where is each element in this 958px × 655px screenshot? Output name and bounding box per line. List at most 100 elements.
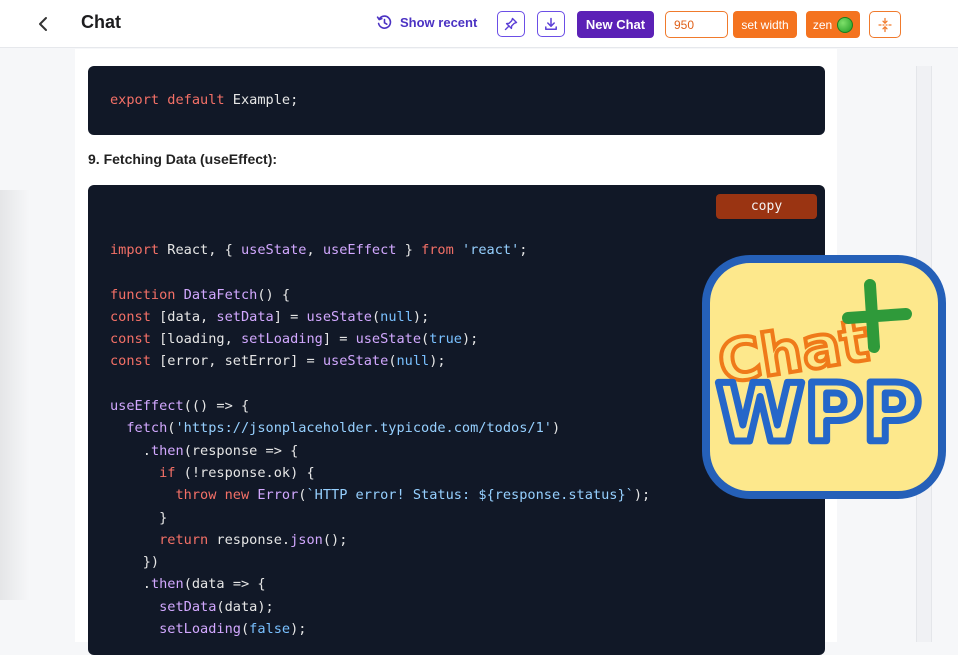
section-heading: 9. Fetching Data (useEffect): [88,151,278,167]
zen-toggle[interactable]: zen [806,11,860,38]
collapse-button[interactable] [869,11,901,38]
code-token-function: then [150,442,184,459]
code-line: function DataFetch() { [110,284,650,306]
code-token-function: useEffect [322,242,397,258]
code-token-function: DataFetch [183,286,258,303]
code-token: { [257,576,266,593]
code-token: ); [412,308,430,325]
code-line: }) [110,551,650,573]
code-token: . [142,442,151,459]
code-token: ( [183,442,192,459]
code-token: data [191,576,225,593]
code-token-keyword: import [110,242,160,258]
code-line: setLoading(false); [110,618,650,640]
code-token: ); [290,621,307,638]
code-token-keyword: const [110,353,151,370]
code-line: const [error, setError] = useState(null)… [110,350,650,372]
code-token: ] [322,331,331,348]
code-token: (); [322,531,348,548]
show-recent-button[interactable]: Show recent [376,14,477,31]
code-line: .then(data => { [110,573,650,595]
code-token: ); [429,353,446,370]
zen-label: zen [812,17,833,32]
code-line: import React, { useState, useEffect } fr… [110,239,650,261]
code-token-export: export [110,92,160,108]
code-line: .then(response => { [110,440,650,462]
code-token-function: fetch [126,420,168,437]
code-token: (() [183,398,209,415]
code-line: return response.json(); [110,529,650,551]
code-token: . [265,464,274,481]
code-token: { [290,442,299,459]
logo-text-wpp: WPP [716,367,922,460]
collapse-arrows-icon [878,17,892,32]
code-token-keyword: if [159,464,176,481]
code-line: const [loading, setLoading] = useState(t… [110,328,650,350]
download-button[interactable] [537,11,565,37]
code-token: response [216,531,282,548]
code-line: if (!response.ok) { [110,462,650,484]
code-token: { [306,464,315,481]
zen-status-dot-icon [837,16,854,33]
code-token: data [167,308,201,325]
code-token-string: `HTTP error! Status: ${response.status}` [306,487,634,504]
code-token: ; [519,242,528,258]
code-token-function: useState [322,353,389,370]
code-content: import React, { useState, useEffect } fr… [110,239,650,640]
code-token: ( [421,331,430,348]
code-token: { [240,398,250,415]
code-token: . [281,531,291,548]
width-input[interactable] [665,11,728,38]
code-token: } [159,509,168,526]
code-token: loading [167,331,225,348]
copy-button[interactable]: copy [716,194,817,219]
code-line: throw new Error(`HTTP error! Status: ${r… [110,484,650,506]
code-token: response [191,442,258,459]
pin-button[interactable] [497,11,525,37]
show-recent-label: Show recent [400,15,478,30]
new-chat-button[interactable]: New Chat [577,11,654,38]
code-token: ); [461,331,479,348]
code-token: ok [273,464,291,481]
code-token: => [232,576,250,593]
code-token: => [216,398,233,415]
history-icon [376,15,392,29]
code-token: , [306,242,315,258]
page-title: Chat [81,12,121,32]
code-token-literal: null [396,353,430,370]
code-token: (! [183,464,201,481]
code-token-literal: false [249,621,291,638]
code-token-function: useEffect [110,398,184,415]
back-chevron-icon[interactable] [34,13,54,35]
code-token: ( [371,308,381,325]
code-line: } [110,507,650,529]
code-token: = [306,353,315,370]
code-token-keyword: const [110,308,151,325]
set-width-button[interactable]: set width [733,11,797,38]
code-token: ] [273,308,282,325]
code-line: useEffect(() => { [110,395,650,417]
code-token-keyword: throw [175,487,217,504]
code-token: ( [240,621,250,638]
code-token-function: json [290,531,323,548]
code-token: ) [551,420,561,437]
code-token: React [167,242,209,258]
top-bar: Chat Show recent New Chat set width zen [0,0,958,48]
